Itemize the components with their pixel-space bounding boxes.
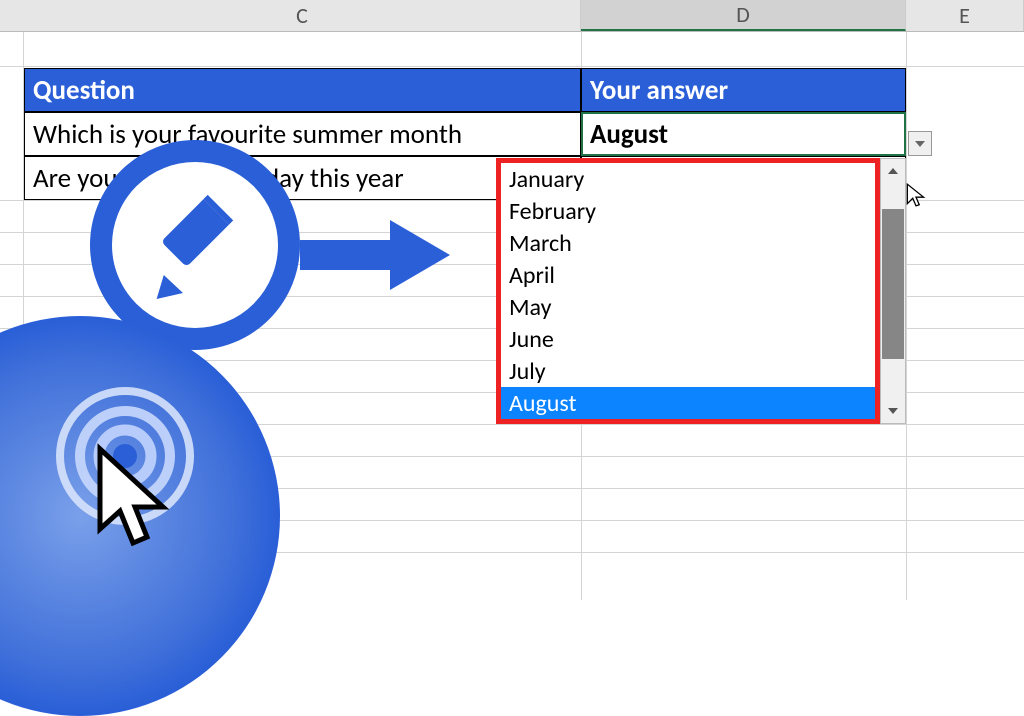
scroll-up-icon[interactable]: [881, 159, 905, 183]
dropdown-item-selected[interactable]: August: [501, 387, 875, 419]
scroll-down-icon[interactable]: [881, 399, 905, 423]
arrow-right-icon: [300, 215, 450, 295]
cursor-icon: [905, 182, 927, 208]
chevron-down-icon: [915, 141, 925, 147]
column-header-d[interactable]: D: [581, 0, 906, 31]
dropdown-item[interactable]: March: [501, 227, 875, 259]
column-header-c[interactable]: C: [24, 0, 581, 31]
dropdown-button[interactable]: [908, 131, 932, 156]
cell-question[interactable]: Which is your favourite summer month: [24, 112, 581, 156]
scroll-thumb[interactable]: [882, 209, 904, 359]
pencil-icon: [135, 185, 255, 305]
header-answer: Your answer: [581, 68, 906, 112]
dropdown-scrollbar[interactable]: [880, 158, 906, 424]
dropdown-item[interactable]: June: [501, 323, 875, 355]
column-header-e[interactable]: E: [906, 0, 1024, 31]
column-headers: C D E: [0, 0, 1024, 32]
dropdown-list: January February March April May June Ju…: [496, 158, 880, 424]
dropdown-item[interactable]: May: [501, 291, 875, 323]
dropdown-item[interactable]: April: [501, 259, 875, 291]
cell-answer[interactable]: August: [581, 112, 906, 156]
dropdown-item[interactable]: January: [501, 163, 875, 195]
edit-badge: [90, 140, 300, 350]
dropdown-item[interactable]: July: [501, 355, 875, 387]
dropdown-item[interactable]: February: [501, 195, 875, 227]
cursor-icon: [85, 441, 180, 551]
header-question: Question: [24, 68, 581, 112]
